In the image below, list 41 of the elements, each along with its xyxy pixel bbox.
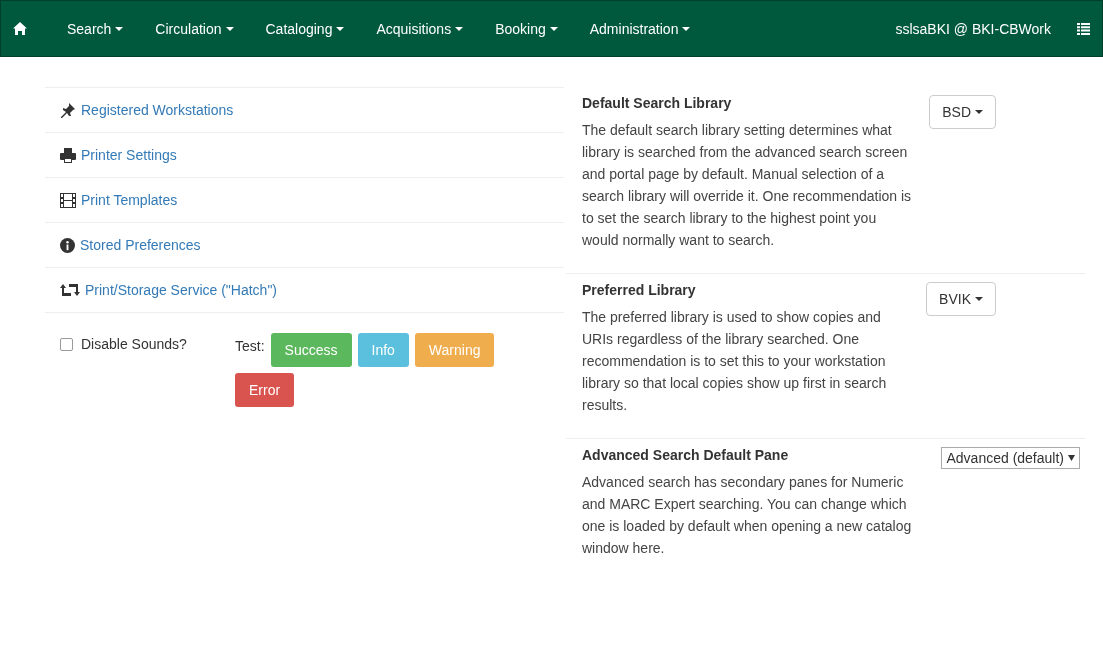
user-label[interactable]: sslsaBKI @ BKI-CBWork <box>895 20 1051 37</box>
setting-title: Advanced Search Default Pane <box>582 447 790 463</box>
nav-menu[interactable]: Booking <box>479 20 574 37</box>
caret-icon <box>682 26 691 31</box>
setting-description: Advanced search has secondary panes for Numeric and MARC Expert searching. You can change which one is loaded by default when opening a new catalog window here. <box>582 473 912 558</box>
setting-description: The default search library setting determines what library is searched from the advanced search screen and portal page by default. Manual selection of a search library will override it. One recommendation is to set the search library to the highest point you would normally want to search. <box>582 121 912 250</box>
printer-icon <box>60 147 76 163</box>
settings-link[interactable]: Print Templates <box>81 192 178 208</box>
caret-icon <box>455 26 464 31</box>
settings-link[interactable]: Registered Workstations <box>81 102 234 118</box>
pin-icon <box>60 102 76 118</box>
caret-icon <box>225 26 234 31</box>
home-icon[interactable] <box>13 22 27 35</box>
list-icon[interactable] <box>1077 22 1090 35</box>
setting-description: The preferred library is used to show copies and URIs regardless of the library searched. One recommendation is to set this to your workstation library so that local copies show up first in search results. <box>582 308 888 415</box>
library-dropdown[interactable]: BVIK <box>926 282 996 316</box>
nav-menu[interactable]: Acquisitions <box>360 20 480 37</box>
settings-link[interactable]: Print/Storage Service ("Hatch") <box>85 282 277 298</box>
settings-link[interactable]: Stored Preferences <box>80 237 201 253</box>
nav-menu[interactable]: Cataloging <box>249 20 361 37</box>
checkbox[interactable] <box>60 337 73 351</box>
caret-icon <box>1068 455 1075 461</box>
transfer-icon <box>60 283 80 297</box>
caret-icon <box>549 26 558 31</box>
test-sound-button[interactable]: Error <box>235 373 295 407</box>
setting-title: Default Search Library <box>582 95 733 111</box>
setting-title: Preferred Library <box>582 282 697 298</box>
settings-link[interactable]: Printer Settings <box>81 147 177 163</box>
nav-menu[interactable]: Administration <box>573 20 707 37</box>
nav-menu[interactable]: Circulation <box>139 20 250 37</box>
test-label: Test: <box>235 337 265 354</box>
info-icon <box>60 237 75 253</box>
pane-select[interactable]: Advanced (default) <box>941 447 1080 469</box>
caret-icon <box>975 110 983 114</box>
caret-icon <box>336 26 345 31</box>
checkbox-label: Disable Sounds? <box>81 336 187 352</box>
caret-icon <box>115 26 124 31</box>
nav-menu[interactable]: Search <box>51 20 140 37</box>
library-dropdown[interactable]: BSD <box>929 95 996 129</box>
film-icon <box>60 192 76 208</box>
caret-icon <box>975 297 983 301</box>
